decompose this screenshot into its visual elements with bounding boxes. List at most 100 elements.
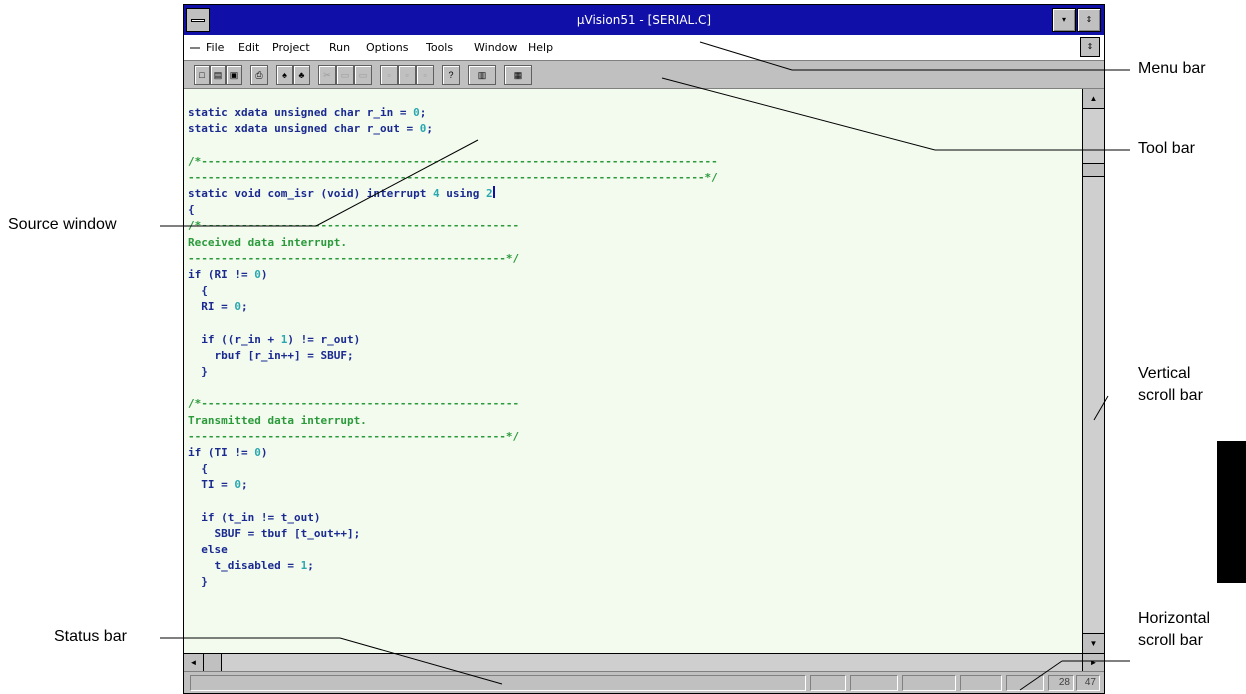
help-icon[interactable]: ?	[442, 65, 460, 85]
source-code[interactable]: static xdata unsigned char r_in = 0; stat…	[188, 105, 718, 591]
tools-icon[interactable]: ▦	[504, 65, 532, 85]
code-line: if (RI != 0)	[188, 267, 718, 283]
callout-tool-bar: Tool bar	[1138, 140, 1195, 157]
print-icon[interactable]: ⎙	[250, 65, 268, 85]
menu-options[interactable]: Options	[366, 41, 408, 54]
code-line: /*--------------------------------------…	[188, 396, 718, 412]
document-restore-button[interactable]: ⇕	[1080, 37, 1100, 57]
code-text: else	[188, 543, 228, 557]
code-text: {	[188, 203, 195, 217]
status-indicator	[1006, 675, 1044, 691]
code-text: ;	[419, 106, 427, 119]
title-bar[interactable]: µVision51 - [SERIAL.C] ▾ ⇕	[184, 5, 1104, 35]
menu-help[interactable]: Help	[528, 41, 553, 54]
code-text: /*--------------------------------------…	[188, 154, 718, 168]
status-indicator	[960, 675, 1002, 691]
code-line: /*--------------------------------------…	[188, 218, 718, 234]
code-number: 0	[254, 445, 261, 459]
code-line: SBUF = tbuf [t_out++];	[188, 526, 718, 542]
code-number: 2	[486, 186, 493, 200]
code-text: ----------------------------------------…	[188, 429, 520, 443]
code-line: {	[188, 202, 718, 218]
uvision-window: µVision51 - [SERIAL.C] ▾ ⇕ File Edit Pro…	[183, 4, 1105, 694]
code-text: ----------------------------------------…	[188, 251, 520, 265]
code-text: ;	[307, 559, 314, 573]
code-text: if (RI !=	[188, 267, 255, 281]
scroll-up-button[interactable]: ▲	[1083, 89, 1104, 109]
status-indicator	[850, 675, 898, 691]
status-bar: 28 47	[184, 671, 1104, 693]
scroll-left-button[interactable]: ◄	[184, 654, 204, 671]
paste-icon[interactable]: ▭	[354, 65, 372, 85]
code-line: RI = 0;	[188, 299, 718, 315]
callout-horizontal-scroll-bar: Horizontal scroll bar	[1138, 610, 1211, 649]
code-line: ----------------------------------------…	[188, 251, 718, 267]
menu-edit[interactable]: Edit	[238, 41, 259, 54]
horizontal-scroll-bar[interactable]: ◄ ►	[184, 653, 1104, 671]
code-line: if ((r_in + 1) != r_out)	[188, 332, 718, 348]
scroll-down-button[interactable]: ▼	[1083, 633, 1104, 653]
code-number: 0	[413, 106, 420, 119]
code-text: static xdata unsigned char r_out =	[188, 122, 420, 136]
code-text: if (TI !=	[188, 445, 255, 459]
code-line: }	[188, 574, 718, 590]
debug-icon[interactable]: ▥	[468, 65, 496, 85]
copy-icon[interactable]: ▭	[336, 65, 354, 85]
code-text: Transmitted data interrupt.	[188, 413, 367, 427]
find-icon[interactable]: ♠	[276, 65, 293, 85]
code-text: rbuf [r_in++] = SBUF;	[188, 348, 354, 362]
code-line: static xdata unsigned char r_in = 0;	[188, 105, 718, 121]
document-system-menu-icon[interactable]	[190, 47, 200, 49]
page-tab-marker	[1217, 441, 1246, 583]
code-text: /*--------------------------------------…	[188, 397, 520, 411]
scroll-right-button[interactable]: ►	[1082, 654, 1104, 671]
code-text: static xdata unsigned char r_in =	[188, 106, 414, 119]
code-text: }	[188, 575, 208, 589]
code-text: ----------------------------------------…	[188, 170, 718, 184]
menu-window[interactable]: Window	[474, 41, 517, 54]
code-line: }	[188, 364, 718, 380]
status-indicator	[902, 675, 956, 691]
code-number: 0	[234, 300, 241, 314]
source-window[interactable]: static xdata unsigned char r_in = 0; stat…	[184, 89, 1082, 653]
code-text: using	[439, 186, 487, 200]
maximize-button[interactable]: ⇕	[1077, 8, 1101, 32]
menu-tools[interactable]: Tools	[426, 41, 453, 54]
code-text: {	[188, 284, 208, 298]
code-line: if (TI != 0)	[188, 445, 718, 461]
horizontal-scroll-thumb[interactable]	[204, 654, 222, 671]
tool-bar: □ ▤ ▣ ⎙ ♠ ♣ ✂ ▭ ▭ ▫ ▫ ▫ ? ▥ ▦	[184, 61, 1104, 89]
code-line: {	[188, 283, 718, 299]
callout-vertical-scroll-bar: Vertical scroll bar	[1138, 365, 1203, 404]
vertical-scroll-thumb[interactable]	[1083, 163, 1104, 177]
vertical-scroll-bar[interactable]: ▲ ▼	[1082, 89, 1104, 653]
code-text: /*--------------------------------------…	[188, 219, 520, 233]
code-line: {	[188, 461, 718, 477]
build-icon[interactable]: ▫	[416, 65, 434, 85]
code-line: if (t_in != t_out)	[188, 510, 718, 526]
menu-run[interactable]: Run	[329, 41, 350, 54]
new-file-icon[interactable]: □	[194, 65, 210, 85]
menu-file[interactable]: File	[206, 41, 224, 54]
cut-icon[interactable]: ✂	[318, 65, 336, 85]
code-line: static void com_isr (void) interrupt 4 u…	[188, 185, 718, 202]
code-text: if (t_in != t_out)	[188, 510, 321, 524]
find-next-icon[interactable]: ♣	[293, 65, 310, 85]
code-text: RI =	[188, 300, 235, 314]
menu-project[interactable]: Project	[272, 41, 310, 54]
compile-icon[interactable]: ▫	[380, 65, 398, 85]
code-number: 0	[254, 267, 261, 281]
text-cursor	[492, 185, 495, 198]
open-file-icon[interactable]: ▤	[210, 65, 226, 85]
code-line: Received data interrupt.	[188, 235, 718, 251]
code-line: /*--------------------------------------…	[188, 154, 718, 170]
make-icon[interactable]: ▫	[398, 65, 416, 85]
save-icon[interactable]: ▣	[226, 65, 242, 85]
status-line-number: 28	[1048, 675, 1074, 691]
minimize-button[interactable]: ▾	[1052, 8, 1076, 32]
menu-bar: File Edit Project Run Options Tools Wind…	[184, 35, 1104, 61]
